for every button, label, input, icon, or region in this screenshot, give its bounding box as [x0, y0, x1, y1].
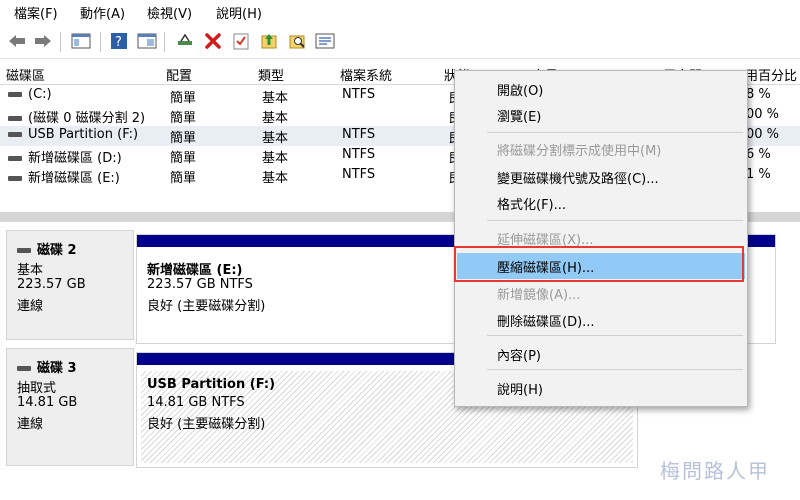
list-icon[interactable] [314, 30, 336, 52]
column-header-volume[interactable]: 磁碟區 [0, 62, 161, 85]
menu-item-mark-active: 將磁碟分割標示成使用中(M) [497, 144, 662, 159]
watermark: 梅問路人甲 [660, 459, 770, 483]
menu-item-add-mirror: 新增鏡像(A)... [497, 288, 581, 303]
menu-item-explore[interactable]: 瀏覽(E) [457, 103, 745, 127]
menu-item-format[interactable]: 格式化(F)... [457, 191, 745, 215]
toolbar-separator [60, 32, 61, 52]
disk-icon [17, 366, 31, 371]
check-icon[interactable] [230, 30, 252, 52]
toolbar-separator [100, 32, 101, 52]
column-header-type[interactable]: 類型 [252, 62, 335, 85]
column-header-filesystem[interactable]: 檔案系統 [334, 62, 439, 85]
search-icon[interactable] [286, 30, 308, 52]
menu-divider [487, 220, 743, 221]
properties-icon[interactable] [136, 30, 158, 52]
menu-divider [487, 132, 743, 133]
up-icon[interactable] [258, 30, 280, 52]
disk-label[interactable]: 磁碟 3 抽取式 14.81 GB 連線 [6, 348, 134, 466]
column-header-layout[interactable]: 配置 [160, 62, 253, 85]
menu-item-delete-volume[interactable]: 刪除磁碟區(D)... [457, 308, 745, 332]
connect-icon[interactable] [174, 30, 196, 52]
menu-file[interactable]: 檔案(F) [14, 3, 58, 22]
annotation-highlight-box [454, 246, 744, 282]
menu-help[interactable]: 說明(H) [216, 3, 262, 22]
menu-bar: 檔案(F) 動作(A) 檢視(V) 說明(H) [0, 0, 800, 24]
menu-divider [487, 369, 743, 370]
forward-arrow-icon[interactable] [32, 30, 54, 52]
help-icon[interactable]: ? [108, 30, 130, 52]
menu-item-help[interactable]: 說明(H) [457, 376, 745, 400]
drive-icon [8, 156, 22, 161]
menu-action[interactable]: 動作(A) [80, 3, 125, 22]
context-menu: 開啟(O) 瀏覽(E) 將磁碟分割標示成使用中(M) 變更磁碟機代號及路徑(C)… [454, 70, 748, 407]
toolbar-separator [164, 32, 165, 52]
menu-item-change-drive-letter[interactable]: 變更磁碟機代號及路徑(C)... [457, 165, 745, 189]
toolbar: ? [0, 24, 800, 59]
drive-icon [8, 116, 22, 121]
console-tree-icon[interactable] [70, 30, 92, 52]
menu-item-properties[interactable]: 內容(P) [457, 342, 745, 366]
drive-icon [8, 176, 22, 181]
svg-text:?: ? [115, 35, 122, 50]
delete-icon[interactable] [202, 30, 224, 52]
drive-icon [8, 132, 22, 137]
back-arrow-icon[interactable] [6, 30, 28, 52]
menu-item-open[interactable]: 開啟(O) [457, 77, 745, 101]
menu-divider [487, 335, 743, 336]
disk-label[interactable]: 磁碟 2 基本 223.57 GB 連線 [6, 230, 134, 340]
disk-icon [17, 248, 31, 253]
drive-icon [8, 92, 22, 97]
menu-view[interactable]: 檢視(V) [147, 3, 192, 22]
